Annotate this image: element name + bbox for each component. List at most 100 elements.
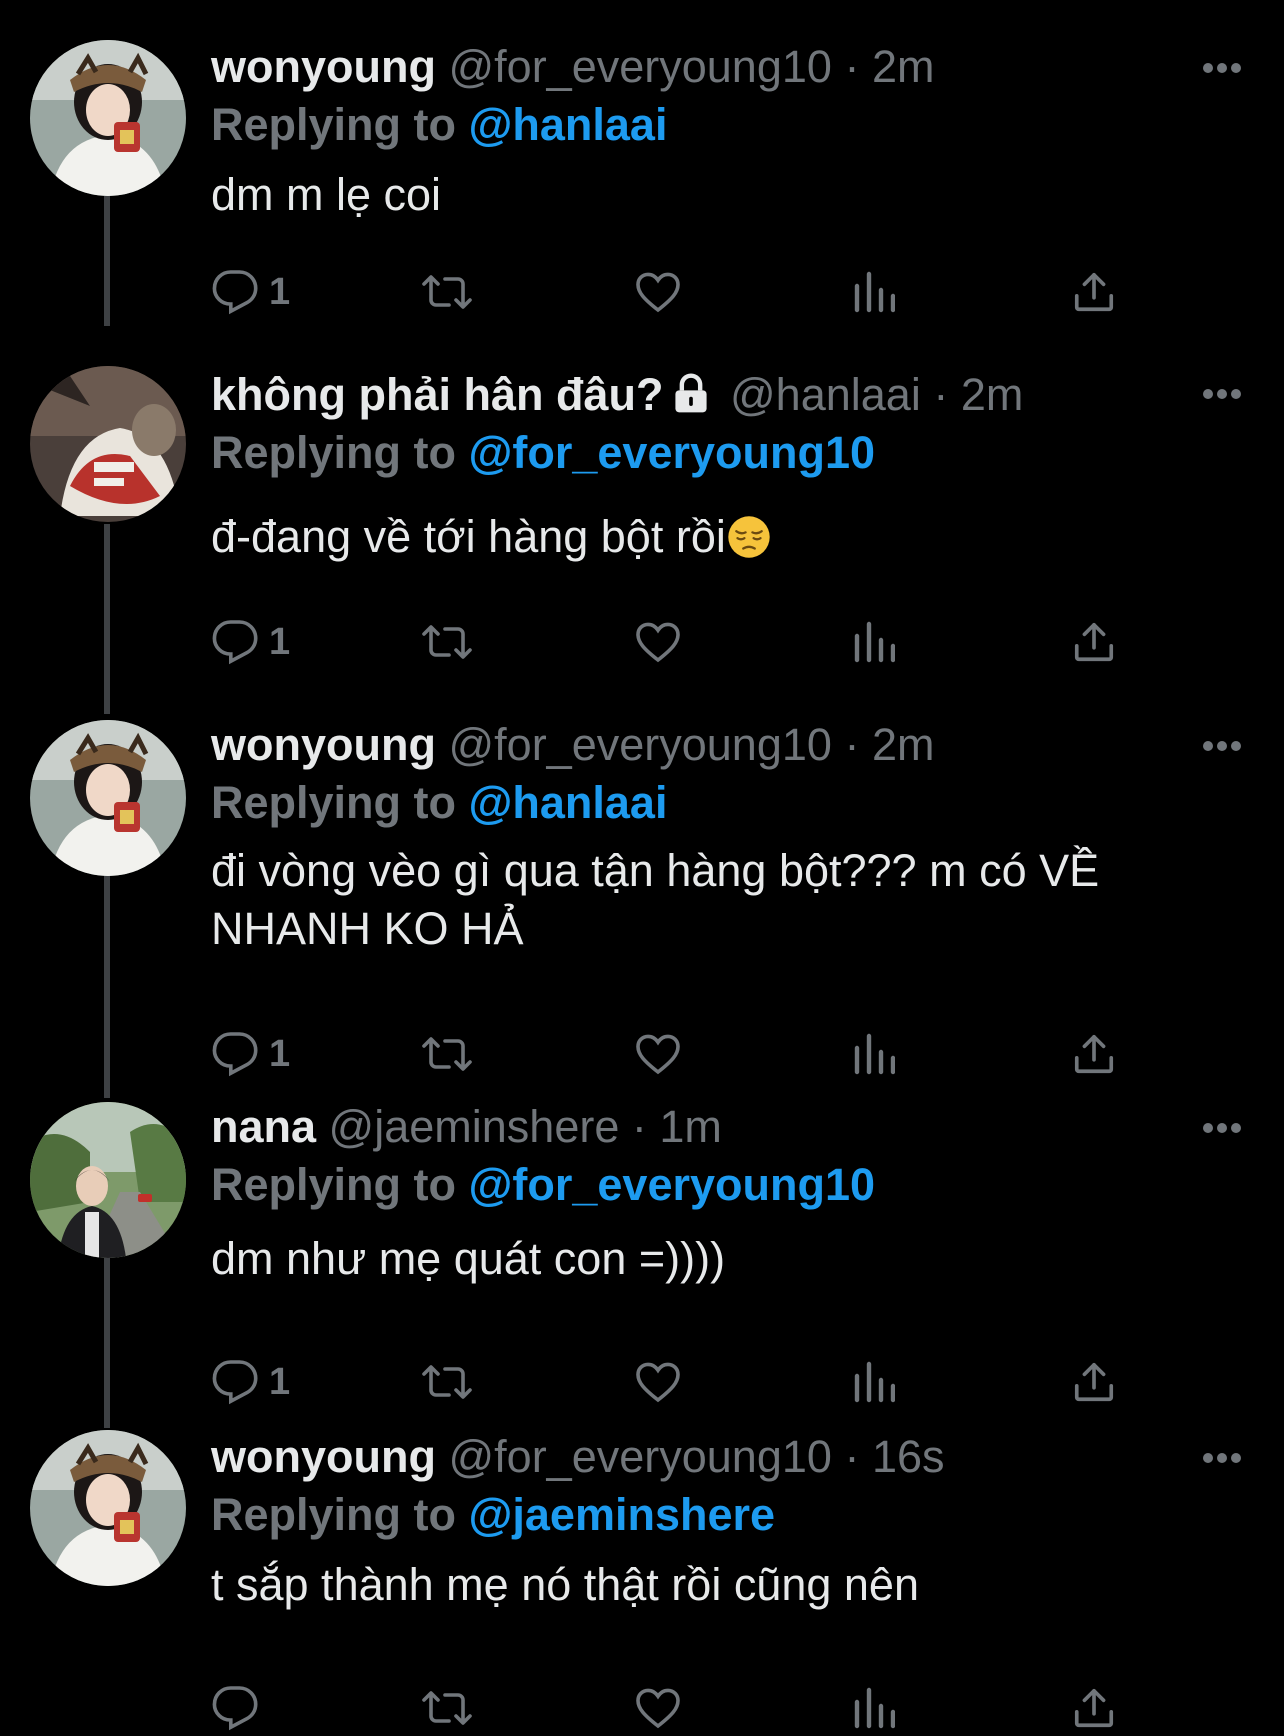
views-button[interactable] — [851, 614, 895, 670]
replying-to-mention[interactable]: @hanlaai — [469, 99, 668, 150]
share-upload-icon — [1074, 622, 1114, 662]
user-handle[interactable]: @for_everyoung10 — [448, 41, 831, 92]
more-horizontal-icon — [1203, 389, 1241, 399]
replying-to-mention[interactable]: @hanlaai — [469, 777, 668, 828]
more-horizontal-icon — [1203, 1123, 1241, 1133]
like-button[interactable] — [633, 614, 683, 670]
more-options-button[interactable] — [1198, 48, 1246, 88]
heart-icon — [636, 1688, 680, 1729]
avatar[interactable] — [30, 1102, 186, 1258]
user-handle[interactable]: @for_everyoung10 — [448, 719, 831, 770]
like-button[interactable] — [633, 1026, 683, 1082]
replying-to-label: Replying to — [211, 427, 456, 478]
separator-dot: · — [631, 1101, 647, 1152]
tweet-text-container: đi vòng vèo gì qua tận hàng bột??? m có … — [211, 842, 1244, 958]
views-button[interactable] — [851, 1354, 895, 1410]
separator-dot: · — [933, 369, 949, 420]
tweet-text-container: đ-đang về tới hàng bột rồi — [211, 508, 1244, 566]
retweet-icon — [422, 275, 472, 309]
tweet-header: wonyoung @for_everyoung10 · 2m — [211, 38, 1244, 96]
timestamp[interactable]: 2m — [872, 41, 935, 92]
timestamp[interactable]: 2m — [872, 719, 935, 770]
user-handle[interactable]: @jaeminshere — [329, 1101, 620, 1152]
timestamp[interactable]: 2m — [961, 369, 1024, 420]
more-options-button[interactable] — [1198, 374, 1246, 414]
tweet[interactable]: nana @jaeminshere · 1m Replying to @for_… — [0, 1100, 1284, 1430]
reply-count: 1 — [269, 1360, 291, 1403]
more-horizontal-icon — [1203, 741, 1241, 751]
like-button[interactable] — [633, 1354, 683, 1410]
tweet-header: không phải hân đâu? @hanlaai · 2m — [211, 366, 1244, 424]
views-chart-icon — [854, 1361, 895, 1403]
reply-bubble-icon — [212, 270, 258, 315]
wonyoung-avatar — [30, 1430, 186, 1586]
retweet-button[interactable] — [421, 1026, 473, 1082]
avatar[interactable] — [30, 366, 186, 522]
timestamp[interactable]: 1m — [659, 1101, 722, 1152]
replying-to-label: Replying to — [211, 777, 456, 828]
replying-to-mention[interactable]: @jaeminshere — [469, 1489, 776, 1540]
tweet[interactable]: wonyoung @for_everyoung10 · 2m Replying … — [0, 0, 1284, 340]
display-name[interactable]: nana — [211, 1101, 316, 1152]
tweet-header: wonyoung @for_everyoung10 · 16s — [211, 1428, 1244, 1486]
heart-icon — [636, 272, 680, 313]
user-handle[interactable]: @hanlaai — [730, 369, 921, 420]
reply-button[interactable] — [211, 1680, 269, 1736]
more-horizontal-icon — [1203, 1453, 1241, 1463]
display-name[interactable]: không phải hân đâu? — [211, 369, 663, 420]
tweet[interactable]: wonyoung @for_everyoung10 · 2m Replying … — [0, 690, 1284, 1100]
views-chart-icon — [854, 621, 895, 663]
replying-to-mention[interactable]: @for_everyoung10 — [469, 427, 876, 478]
views-button[interactable] — [851, 1680, 895, 1736]
retweet-button[interactable] — [421, 264, 473, 320]
views-chart-icon — [854, 1687, 895, 1729]
avatar[interactable] — [30, 720, 186, 876]
timestamp[interactable]: 16s — [872, 1431, 945, 1482]
display-name[interactable]: wonyoung — [211, 719, 436, 770]
more-options-button[interactable] — [1198, 1108, 1246, 1148]
replying-to-line: Replying to @for_everyoung10 — [211, 1156, 1244, 1214]
avatar[interactable] — [30, 1430, 186, 1586]
tweet-actions: 1 — [211, 264, 1131, 320]
retweet-button[interactable] — [421, 1680, 473, 1736]
tweet[interactable]: wonyoung @for_everyoung10 · 16s Replying… — [0, 1430, 1284, 1731]
replying-to-mention[interactable]: @for_everyoung10 — [469, 1159, 876, 1210]
views-button[interactable] — [851, 264, 895, 320]
views-button[interactable] — [851, 1026, 895, 1082]
retweet-button[interactable] — [421, 614, 473, 670]
retweet-button[interactable] — [421, 1354, 473, 1410]
display-name[interactable]: wonyoung — [211, 1431, 436, 1482]
display-name[interactable]: wonyoung — [211, 41, 436, 92]
share-upload-icon — [1074, 1688, 1114, 1728]
separator-dot: · — [844, 1431, 860, 1482]
heart-icon — [636, 622, 680, 663]
share-button[interactable] — [1071, 614, 1117, 670]
reply-bubble-icon — [212, 1032, 258, 1077]
user-handle[interactable]: @for_everyoung10 — [448, 1431, 831, 1482]
more-options-button[interactable] — [1198, 726, 1246, 766]
replying-to-label: Replying to — [211, 1159, 456, 1210]
reply-button[interactable]: 1 — [211, 1354, 290, 1410]
share-button[interactable] — [1071, 1026, 1117, 1082]
reply-button[interactable]: 1 — [211, 264, 290, 320]
share-button[interactable] — [1071, 1354, 1117, 1410]
reply-bubble-icon — [212, 1360, 258, 1405]
views-chart-icon — [854, 1033, 895, 1075]
reply-button[interactable]: 1 — [211, 614, 290, 670]
avatar[interactable] — [30, 40, 186, 196]
replying-to-line: Replying to @for_everyoung10 — [211, 424, 1244, 482]
reply-bubble-icon — [212, 1686, 258, 1731]
reply-bubble-icon — [212, 620, 258, 665]
tweet[interactable]: không phải hân đâu? @hanlaai · 2m Replyi… — [0, 340, 1284, 690]
reply-button[interactable]: 1 — [211, 1026, 290, 1082]
hanlaai-avatar — [30, 366, 186, 522]
like-button[interactable] — [633, 264, 683, 320]
wonyoung-avatar — [30, 40, 186, 196]
jaeminshere-avatar — [30, 1102, 186, 1258]
share-button[interactable] — [1071, 264, 1117, 320]
more-options-button[interactable] — [1198, 1438, 1246, 1478]
more-horizontal-icon — [1203, 63, 1241, 73]
like-button[interactable] — [633, 1680, 683, 1736]
share-button[interactable] — [1071, 1680, 1117, 1736]
tweet-actions — [211, 1680, 1131, 1736]
